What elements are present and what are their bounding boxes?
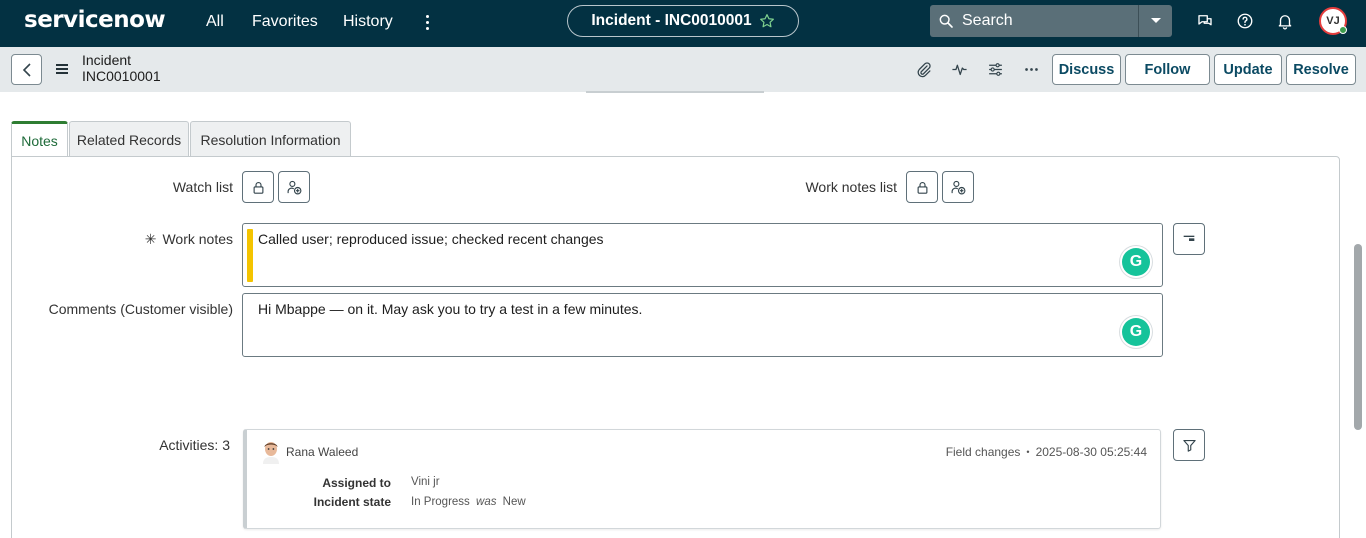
field-value-incident-state: In Progress was New — [411, 496, 526, 508]
notifications-bell-icon[interactable] — [1276, 12, 1294, 30]
add-user-icon — [287, 180, 301, 194]
back-button[interactable] — [11, 54, 42, 85]
work-notes-list-lock-button[interactable] — [906, 171, 938, 203]
watch-list-add-me-button[interactable] — [278, 171, 310, 203]
work-notes-value: Called user; reproduced issue; checked r… — [258, 231, 604, 247]
work-notes-list-label: Work notes list — [805, 179, 897, 195]
follow-button[interactable]: Follow — [1125, 54, 1210, 85]
field-name-incident-state: Incident state — [313, 495, 391, 509]
paperclip-attachment-icon[interactable] — [915, 61, 932, 78]
search-placeholder: Search — [962, 12, 1013, 29]
watch-list-label: Watch list — [172, 179, 233, 195]
work-notes-textarea[interactable]: Called user; reproduced issue; checked r… — [242, 223, 1163, 287]
record-pill-label: Incident - INC0010001 — [591, 12, 752, 29]
activity-entry-card: Rana Waleed Field changes • 2025-08-30 0… — [243, 429, 1161, 529]
servicenow-logo[interactable]: servicenow — [24, 7, 166, 33]
more-menu-icon[interactable] — [420, 11, 434, 33]
work-notes-label-text: Work notes — [162, 231, 233, 247]
required-mark-icon: ✳ — [144, 231, 157, 247]
tab-notes[interactable]: Notes — [11, 121, 68, 158]
activity-meta: Field changes • 2025-08-30 05:25:44 — [946, 445, 1147, 459]
activity-type: Field changes — [945, 445, 1021, 459]
lock-icon — [917, 181, 927, 194]
tab-related-records[interactable]: Related Records — [69, 121, 189, 157]
comments-value: Hi Mbappe — on it. May ask you to try a … — [258, 301, 643, 317]
more-options-icon[interactable] — [1023, 61, 1040, 78]
filter-funnel-icon — [1182, 439, 1196, 452]
chat-icon[interactable] — [1196, 12, 1214, 30]
chevron-left-icon — [22, 62, 31, 77]
record-context-pill[interactable]: Incident - INC0010001 — [567, 5, 799, 37]
grammarly-glyph: G — [1129, 253, 1143, 270]
comments-textarea[interactable]: Hi Mbappe — on it. May ask you to try a … — [242, 293, 1163, 357]
record-title: Incident INC0010001 — [82, 52, 161, 84]
nav-all[interactable]: All — [206, 13, 224, 31]
section-divider — [586, 91, 764, 93]
avatar-initials: VJ — [1326, 15, 1340, 27]
vertical-scrollbar[interactable] — [1354, 244, 1362, 430]
field-value-assigned-to: Vini jr — [411, 476, 440, 488]
was-label: was — [476, 496, 497, 508]
add-user-icon — [951, 180, 965, 194]
post-type-toggle-button[interactable] — [1173, 223, 1205, 255]
resolve-button[interactable]: Resolve — [1286, 54, 1356, 85]
work-notes-label: ✳ Work notes — [100, 231, 233, 248]
nav-history[interactable]: History — [343, 13, 393, 31]
hamburger-menu-icon[interactable] — [56, 64, 68, 77]
incident-state-old-value: New — [502, 496, 526, 508]
nav-favorites[interactable]: Favorites — [252, 13, 318, 31]
help-icon[interactable] — [1236, 12, 1254, 30]
work-notes-list-add-me-button[interactable] — [942, 171, 974, 203]
sliders-settings-icon[interactable] — [987, 61, 1004, 78]
incident-state-new-value: In Progress — [411, 496, 470, 508]
meta-separator: • — [1026, 447, 1030, 457]
comments-label: Comments (Customer visible) — [48, 301, 233, 317]
star-favorite-icon[interactable] — [759, 13, 775, 29]
presence-status-dot — [1339, 26, 1347, 34]
record-type-label: Incident — [82, 52, 132, 68]
watch-list-lock-button[interactable] — [242, 171, 274, 203]
chevron-down-icon — [1150, 18, 1161, 23]
grammarly-icon[interactable]: G — [1122, 318, 1150, 346]
lock-icon — [253, 181, 263, 194]
grammarly-glyph: G — [1129, 323, 1143, 340]
activity-timestamp: 2025-08-30 05:25:44 — [1035, 445, 1147, 459]
grammarly-icon[interactable]: G — [1122, 248, 1150, 276]
user-avatar[interactable]: VJ — [1319, 7, 1347, 35]
record-header-bar: Incident INC0010001 Discuss Follow Updat… — [0, 47, 1366, 92]
author-avatar — [263, 442, 279, 464]
activity-pulse-icon[interactable] — [951, 61, 968, 78]
activity-author[interactable]: Rana Waleed — [286, 445, 358, 459]
search-icon — [939, 14, 953, 28]
toggle-post-icon — [1183, 235, 1195, 241]
discuss-button[interactable]: Discuss — [1052, 54, 1121, 85]
activity-filter-button[interactable] — [1173, 429, 1205, 461]
record-number-label: INC0010001 — [82, 68, 161, 84]
field-name-assigned-to: Assigned to — [322, 476, 391, 490]
top-navigation-bar: servicenow All Favorites History Inciden… — [0, 0, 1366, 47]
tab-resolution-information[interactable]: Resolution Information — [190, 121, 351, 157]
update-button[interactable]: Update — [1214, 54, 1282, 85]
global-search-input[interactable]: Search — [930, 5, 1138, 37]
search-scope-dropdown[interactable] — [1138, 5, 1172, 37]
work-notes-marker — [247, 229, 253, 282]
activities-count-label: Activities: 3 — [159, 437, 230, 453]
